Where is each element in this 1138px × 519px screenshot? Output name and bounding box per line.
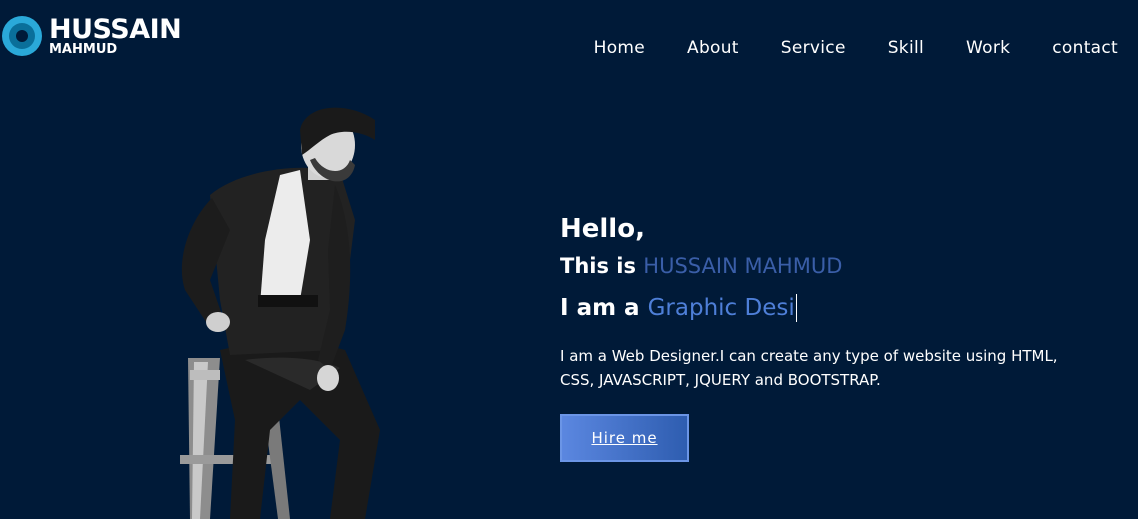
hire-me-button[interactable]: Hire me [560,414,689,462]
hero-role-prefix: I am a [560,295,640,321]
main-nav: Home About Service Skill Work contact [552,38,1118,58]
legs-illustration [220,342,380,519]
nav-home[interactable]: Home [594,38,645,58]
hero-intro-prefix: This is [560,254,636,278]
logo-name: HUSSAIN [49,14,182,45]
logo[interactable]: HUSSAIN MAHMUD [2,14,182,56]
hero-description: I am a Web Designer.I can create any typ… [560,347,1058,389]
nav-service[interactable]: Service [781,38,846,58]
hero-role-typed: Graphic Desi [647,295,795,321]
nav-skill[interactable]: Skill [888,38,924,58]
hero-section: Hello, This is HUSSAIN MAHMUD I am a Gra… [560,214,1100,462]
portrait-image [180,107,380,519]
nav-contact[interactable]: contact [1052,38,1118,58]
typing-caret [795,294,797,322]
logo-ring-icon [2,16,42,56]
nav-about[interactable]: About [687,38,739,58]
head-illustration [300,107,375,182]
hero-intro: This is HUSSAIN MAHMUD [560,254,1100,278]
hero-role: I am a Graphic Desi [560,294,1100,322]
nav-work[interactable]: Work [966,38,1010,58]
hero-greeting: Hello, [560,214,645,244]
logo-text: HUSSAIN MAHMUD [49,14,182,56]
hero-intro-name: HUSSAIN MAHMUD [643,254,843,278]
